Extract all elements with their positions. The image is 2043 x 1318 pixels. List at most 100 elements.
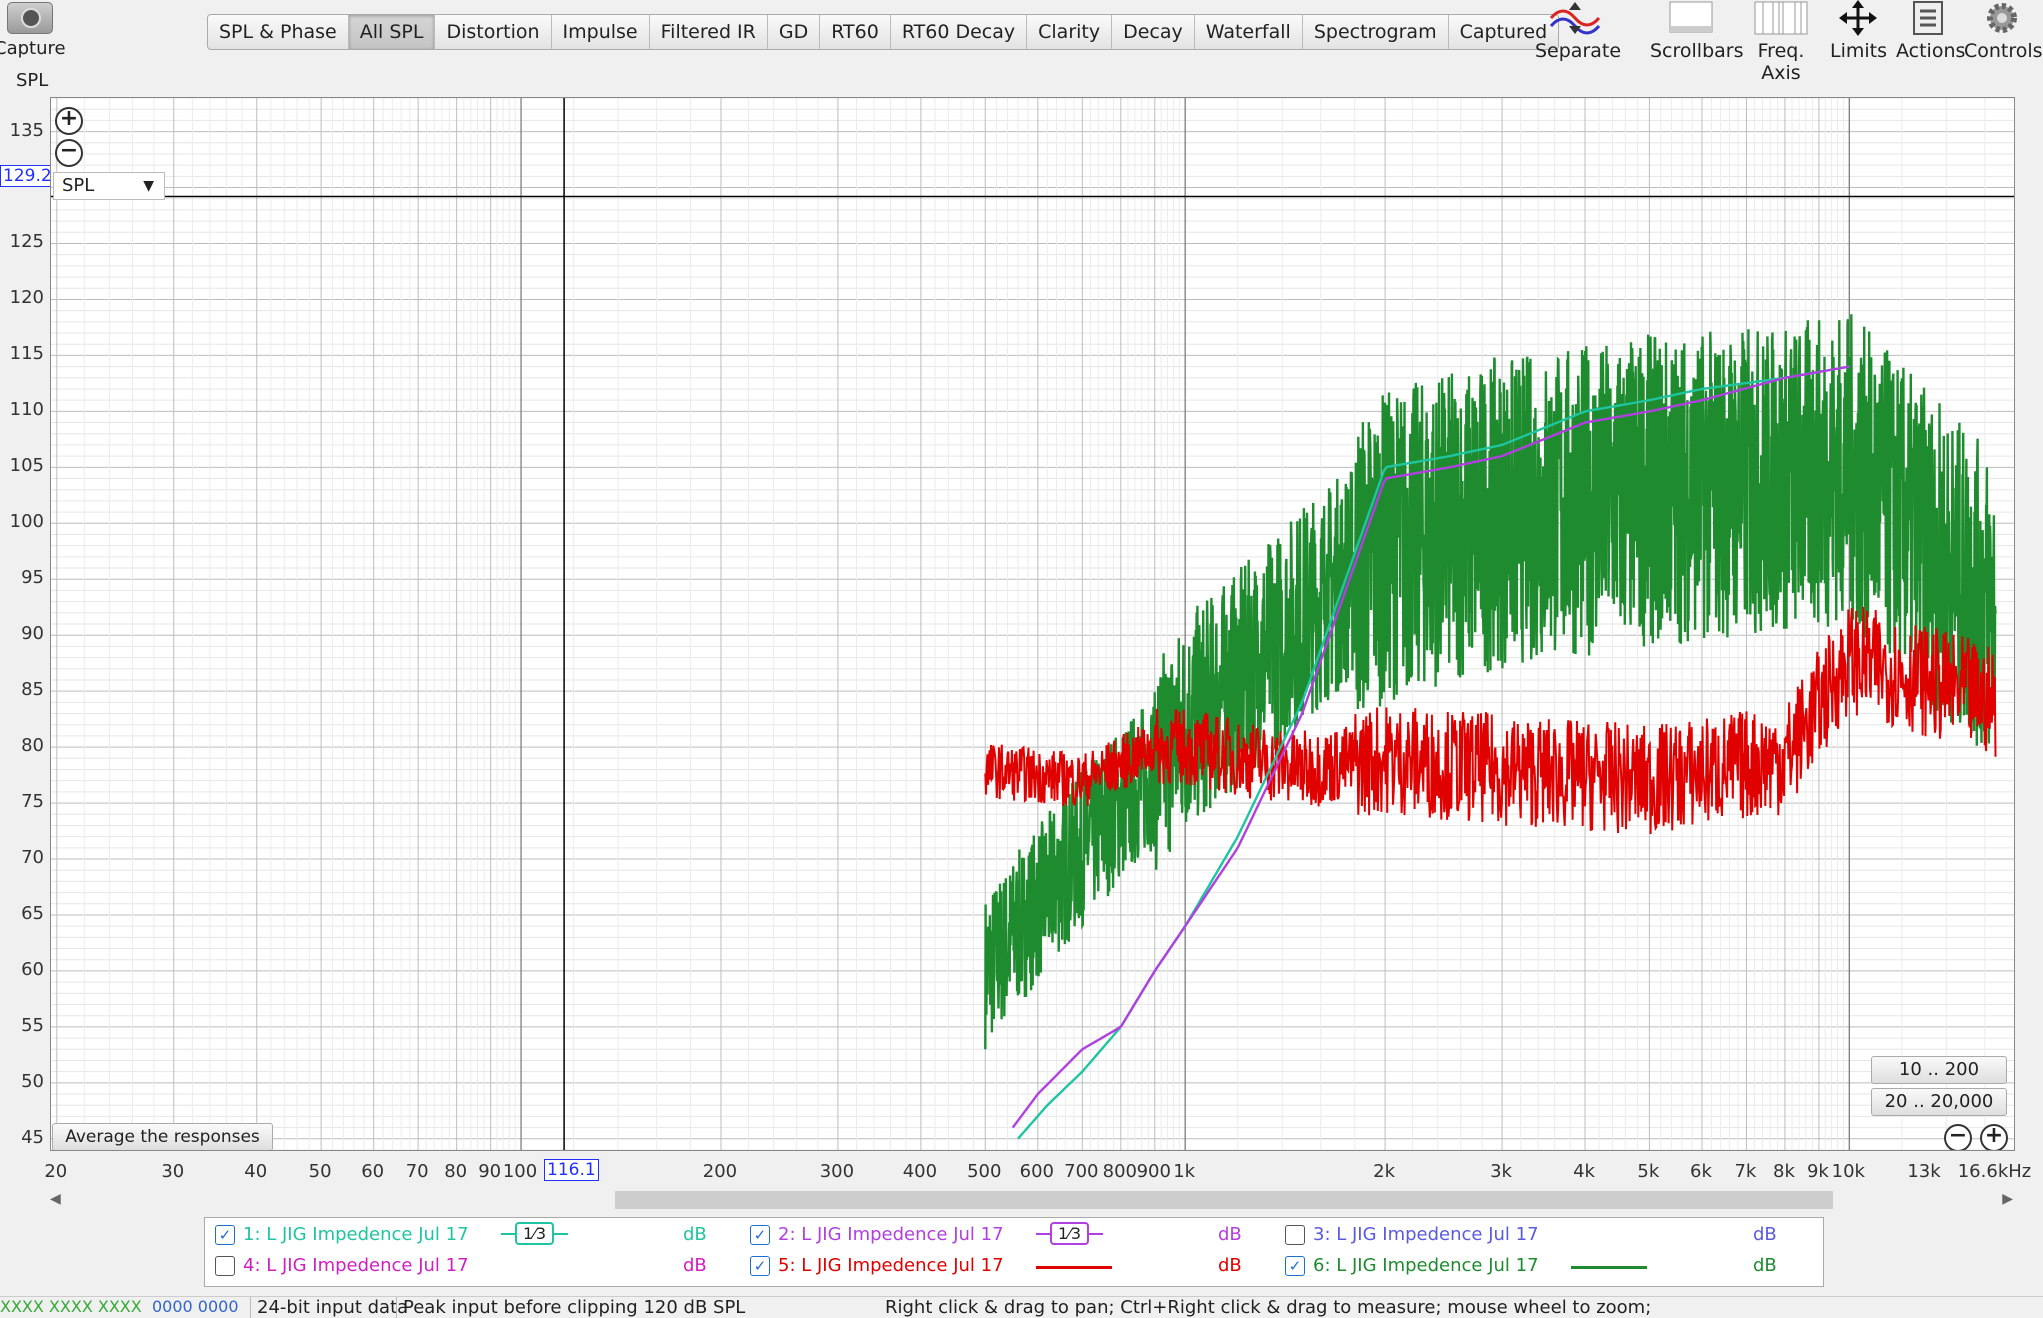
separate-icon — [1535, 0, 1615, 36]
legend-checkbox[interactable] — [1285, 1224, 1305, 1245]
y-tick-label: 110 — [9, 399, 44, 421]
x-tick-label: 700 — [1064, 1161, 1099, 1182]
toolbar: Capture SPL & Phase All SPL Distortion Impu… — [0, 0, 2043, 84]
legend-checkbox[interactable]: ✓ — [1285, 1255, 1305, 1276]
y-tick-label: 65 — [21, 902, 44, 924]
scroll-left-arrow-icon[interactable]: ◀ — [50, 1191, 61, 1207]
legend-label: 4: L JIG Impedence Jul 17 — [243, 1255, 469, 1276]
y-tick-label: 60 — [21, 958, 44, 980]
tab-decay[interactable]: Decay — [1112, 15, 1195, 49]
status-bar: XXXX XXXX XXXX 0000 0000 24-bit input da… — [0, 1296, 2043, 1318]
y-tick-label: 70 — [21, 847, 44, 869]
view-tabs: SPL & Phase All SPL Distortion Impulse Filte… — [207, 14, 1560, 50]
x-tick-label: 10k — [1831, 1161, 1865, 1182]
legend-label: 3: L JIG Impedence Jul 17 — [1313, 1224, 1539, 1245]
smoothing-indicator[interactable]: 1⁄3 — [1036, 1222, 1104, 1245]
y-tick-label: 115 — [9, 343, 44, 365]
zoom-out-y-button[interactable]: − — [55, 139, 83, 167]
legend-checkbox[interactable] — [215, 1255, 235, 1276]
limits-button[interactable]: Limits — [1830, 0, 1887, 68]
legend-item: ✓ 1: L JIG Impedence Jul 17 — [215, 1224, 469, 1245]
y-axis-title: SPL — [16, 70, 49, 91]
camera-icon — [7, 2, 53, 34]
smoothing-label: 1⁄3 — [1050, 1222, 1090, 1245]
scrollbars-label: Scrollbars — [1650, 40, 1744, 62]
x-tick-label: 70 — [405, 1161, 429, 1182]
capture-label: Capture — [0, 38, 66, 59]
y-tick-label: 45 — [21, 1126, 44, 1148]
zoom-out-x-button[interactable]: − — [1944, 1124, 1972, 1150]
tab-filtered-ir[interactable]: Filtered IR — [650, 15, 768, 49]
x-tick-label: 4k — [1573, 1161, 1595, 1182]
y-tick-label: 100 — [9, 511, 44, 533]
tab-distortion[interactable]: Distortion — [435, 15, 552, 49]
legend-checkbox[interactable]: ✓ — [750, 1255, 770, 1276]
limits-label: Limits — [1830, 40, 1887, 62]
y-tick-label: 120 — [9, 287, 44, 309]
x-tick-label: 50 — [308, 1161, 332, 1182]
range-20-20000-button[interactable]: 20 .. 20,000 — [1871, 1088, 2007, 1116]
separate-button[interactable]: Separate — [1535, 0, 1622, 68]
legend-checkbox[interactable]: ✓ — [215, 1224, 235, 1245]
x-tick-label: 2k — [1373, 1161, 1396, 1182]
smoothing-indicator[interactable]: 1⁄3 — [501, 1222, 569, 1245]
x-tick-label: 40 — [244, 1161, 268, 1182]
x-tick-label: 600 — [1019, 1161, 1055, 1182]
y-tick-label: 55 — [21, 1014, 44, 1036]
tab-impulse[interactable]: Impulse — [552, 15, 650, 49]
horizontal-scrollbar[interactable]: ◀ ▶ — [50, 1189, 2013, 1211]
legend-label: 6: L JIG Impedence Jul 17 — [1313, 1255, 1539, 1276]
capture-button[interactable]: Capture — [0, 0, 66, 66]
average-responses-button[interactable]: Average the responses — [52, 1123, 273, 1150]
gear-icon — [1964, 0, 2040, 36]
x-tick-label: 200 — [702, 1161, 738, 1182]
usage-hint: Right click & drag to pan; Ctrl+Right cl… — [885, 1297, 1652, 1318]
x-tick-label: 5k — [1637, 1161, 1660, 1182]
y-tick-label: 105 — [9, 455, 44, 477]
x-tick-label: 7k — [1734, 1161, 1757, 1182]
actions-icon — [1896, 0, 1960, 36]
x-tick-label: 60 — [361, 1161, 385, 1182]
legend-unit: dB — [1753, 1224, 1777, 1245]
x-tick-label: 30 — [161, 1161, 185, 1182]
y-tick-label: 90 — [21, 623, 44, 645]
controls-button[interactable]: Controls — [1964, 0, 2043, 68]
x-tick-label: 1k — [1173, 1161, 1196, 1182]
tab-gd[interactable]: GD — [768, 15, 821, 49]
x-tick-label: 20 — [44, 1161, 68, 1182]
zoom-in-x-button[interactable]: + — [1980, 1124, 2008, 1150]
separate-label: Separate — [1535, 40, 1622, 62]
tab-waterfall[interactable]: Waterfall — [1195, 15, 1303, 49]
range-10-200-button[interactable]: 10 .. 200 — [1871, 1056, 2007, 1084]
x-tick-label: 800 — [1102, 1161, 1137, 1182]
freq-axis-icon — [1740, 0, 1822, 36]
legend-checkbox[interactable]: ✓ — [750, 1224, 770, 1245]
legend-unit: dB — [1753, 1255, 1777, 1276]
scrollbar-thumb[interactable] — [615, 1191, 1833, 1209]
actions-button[interactable]: Actions — [1896, 0, 1965, 68]
tab-spl-phase[interactable]: SPL & Phase — [208, 15, 349, 49]
legend-label: 2: L JIG Impedence Jul 17 — [778, 1224, 1004, 1245]
spl-chart[interactable] — [51, 98, 2014, 1150]
freq-axis-label: Freq. Axis — [1757, 40, 1805, 84]
x-tick-label: 90 — [478, 1161, 502, 1182]
tab-clarity[interactable]: Clarity — [1027, 15, 1113, 49]
freq-axis-button[interactable]: Freq. Axis — [1740, 0, 1822, 84]
legend-line-swatch — [1036, 1266, 1112, 1269]
scroll-right-arrow-icon[interactable]: ▶ — [2002, 1191, 2013, 1207]
zoom-in-y-button[interactable]: + — [55, 107, 83, 135]
trace-selector-value: SPL — [62, 175, 95, 196]
x-tick-label: 100 — [502, 1161, 538, 1182]
trace-selector[interactable]: SPL ▼ — [53, 172, 165, 200]
tab-rt60-decay[interactable]: RT60 Decay — [891, 15, 1028, 49]
y-tick-label: 50 — [21, 1070, 44, 1092]
x-tick-label: 400 — [902, 1161, 938, 1182]
plot-area[interactable]: + − 10 .. 200 20 .. 20,000 − + Average t… — [50, 97, 2015, 1151]
tab-all-spl[interactable]: All SPL — [348, 15, 436, 49]
legend-label: 1: L JIG Impedence Jul 17 — [243, 1224, 469, 1245]
tab-spectrogram[interactable]: Spectrogram — [1303, 15, 1449, 49]
x-tick-label: 8k — [1772, 1161, 1795, 1182]
scrollbars-button[interactable]: Scrollbars — [1650, 0, 1744, 68]
tab-rt60[interactable]: RT60 — [820, 15, 891, 49]
legend-panel: ✓ 1: L JIG Impedence Jul 17 1⁄3 dB ✓ 2: L JIG… — [204, 1217, 1824, 1287]
